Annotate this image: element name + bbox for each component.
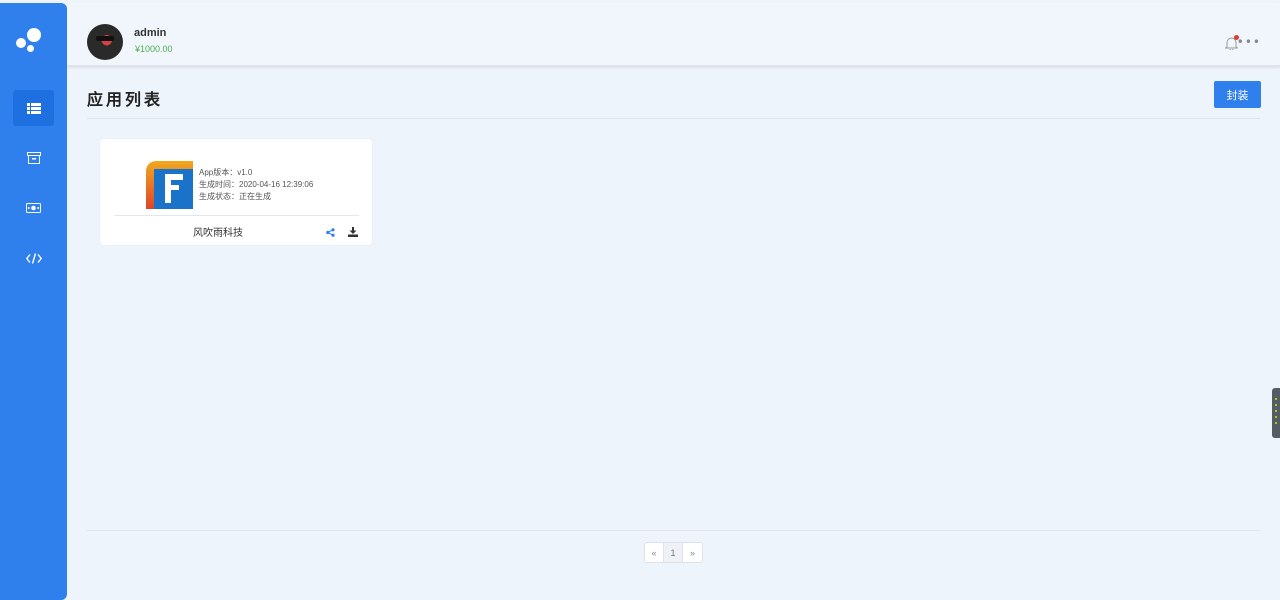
money-icon (26, 203, 41, 213)
pagination: « 1 » (644, 542, 703, 563)
divider (87, 530, 1260, 531)
app-build-status: 生成状态：正在生成 (199, 192, 271, 201)
sidebar-item-money[interactable] (13, 190, 54, 226)
sidebar-item-code[interactable] (13, 240, 54, 276)
user-name: admin (134, 27, 167, 39)
more-icon[interactable]: ••• (1237, 35, 1261, 49)
list-icon (26, 102, 41, 114)
user-balance: ¥1000.00 (135, 44, 173, 54)
app-build-time: 生成时间：2020-04-16 12:39:06 (199, 180, 314, 189)
share-icon[interactable] (326, 228, 335, 237)
page-title: 应用列表 (87, 90, 164, 109)
app-logo-icon (146, 161, 193, 209)
app-version: App版本：v1.0 (199, 168, 253, 177)
pagination-page[interactable]: 1 (664, 543, 683, 562)
app-info: App版本：v1.0 生成时间：2020-04-16 12:39:06 生成状态… (199, 167, 313, 203)
pack-button[interactable]: 封装 (1214, 81, 1261, 108)
logo[interactable] (16, 27, 46, 55)
app-card[interactable]: App版本：v1.0 生成时间：2020-04-16 12:39:06 生成状态… (100, 139, 372, 245)
avatar[interactable] (87, 24, 123, 60)
sidebar-item-app-list[interactable] (13, 90, 54, 126)
card-divider (114, 215, 359, 216)
divider (87, 118, 1260, 119)
pagination-next[interactable]: » (683, 543, 702, 562)
code-icon (25, 252, 42, 264)
sidebar (0, 3, 67, 600)
app-name: 风吹雨科技 (193, 228, 243, 239)
pagination-prev[interactable]: « (645, 543, 664, 562)
topbar: admin ¥1000.00 ••• (67, 3, 1280, 67)
archive-icon (26, 152, 41, 164)
sidebar-item-archive[interactable] (13, 140, 54, 176)
side-tab-handle[interactable] (1272, 388, 1280, 438)
download-icon[interactable] (348, 227, 358, 237)
